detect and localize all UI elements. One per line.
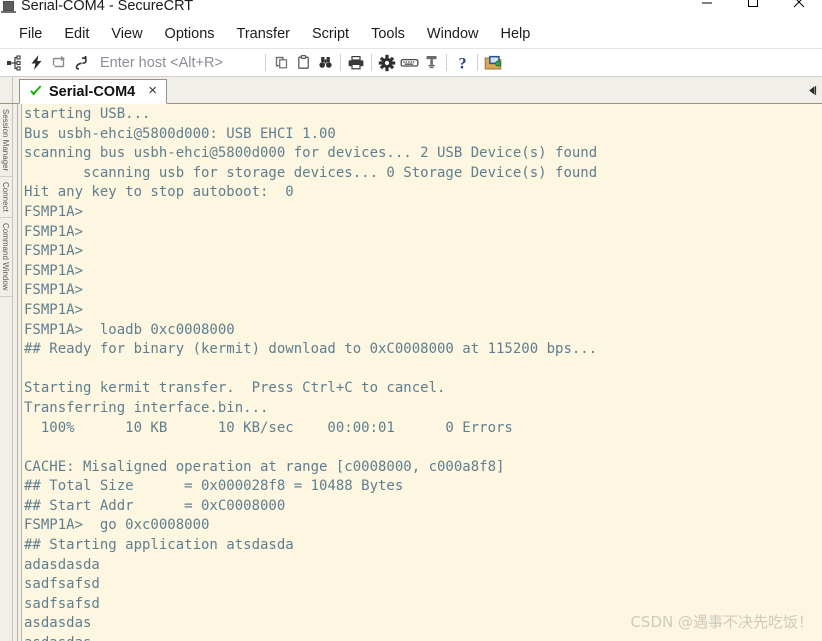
terminal-icon [1, 0, 16, 14]
terminal-line: ## Ready for binary (kermit) download to… [24, 341, 598, 358]
window-title: Serial-COM4 - SecureCRT [21, 0, 194, 14]
gear-icon[interactable] [376, 52, 398, 74]
collapsed-panel-strip: Session Manager Connect Command Window [0, 104, 13, 641]
menu-item-help[interactable]: Help [490, 24, 542, 45]
terminal-line: Transferring interface.bin... [24, 399, 269, 416]
green-check-icon [29, 85, 43, 98]
terminal-line: asdasdas [24, 615, 92, 632]
key-icon[interactable] [420, 52, 442, 74]
terminal-line: FSMP1A> [24, 223, 84, 240]
reconnect-icon[interactable] [47, 52, 69, 74]
terminal-line: FSMP1A> [24, 243, 84, 260]
connect-icon[interactable] [3, 52, 25, 74]
terminal-line: Hit any key to stop autoboot: 0 [24, 184, 303, 201]
terminal-line: ## Starting application atsdasda [24, 537, 294, 554]
menu-item-window[interactable]: Window [416, 24, 490, 45]
terminal-line: FSMP1A> [24, 262, 84, 279]
sidestrip-spacer [0, 297, 12, 641]
paste-icon[interactable] [292, 52, 314, 74]
session-manager-icon[interactable] [482, 52, 504, 74]
terminal-line: sadfsafsd [24, 595, 100, 612]
tab-strip: Serial-COM4 × [0, 77, 822, 104]
help-icon[interactable]: ? [451, 52, 473, 74]
terminal-line: asdasdas [24, 634, 822, 641]
work-area: Session Manager Connect Command Window s… [0, 104, 822, 641]
terminal-line: Starting kermit transfer. Press Ctrl+C t… [24, 380, 446, 397]
menu-item-script[interactable]: Script [301, 24, 360, 45]
terminal-line: scanning bus usbh-ehci@5800d000 for devi… [24, 145, 598, 162]
print-icon[interactable] [345, 52, 367, 74]
menu-item-transfer[interactable]: Transfer [226, 24, 301, 45]
terminal-screen[interactable]: starting USB... Bus usbh-ehci@5800d000: … [22, 104, 822, 641]
title-bar: Serial-COM4 - SecureCRT [0, 0, 822, 21]
sidestrip-tab-session-manager[interactable]: Session Manager [0, 104, 12, 178]
svg-text:?: ? [458, 55, 466, 72]
terminal-line: FSMP1A> [24, 203, 84, 220]
quick-connect-icon[interactable] [25, 52, 47, 74]
window-controls [684, 0, 822, 13]
copy-icon[interactable] [270, 52, 292, 74]
toolbar-separator [340, 54, 341, 71]
find-icon[interactable] [314, 52, 336, 74]
title-bar-left: Serial-COM4 - SecureCRT [0, 0, 193, 17]
tab-label: Serial-COM4 [49, 83, 136, 100]
menu-item-edit[interactable]: Edit [53, 24, 100, 45]
terminal-line: scanning usb for storage devices... 0 St… [24, 164, 598, 181]
disconnect-icon[interactable] [69, 52, 91, 74]
terminal-line: 100% 10 KB 10 KB/sec 00:00:01 0 Errors [24, 419, 513, 436]
menu-item-tools[interactable]: Tools [360, 24, 416, 45]
sidestrip-tab-command-window[interactable]: Command Window [0, 218, 12, 297]
sidestrip-tab-connect[interactable]: Connect [0, 177, 12, 219]
terminal-line: ## Total Size = 0x000028f8 = 10488 Bytes [24, 478, 404, 495]
terminal-line: FSMP1A> [24, 282, 84, 299]
toolbar-separator [265, 54, 266, 71]
close-button[interactable] [776, 0, 822, 13]
keyboard-icon[interactable] [398, 52, 420, 74]
terminal-line: FSMP1A> loadb 0xc0008000 [24, 321, 235, 338]
tab-strip-gutter [0, 77, 13, 103]
terminal-line: CACHE: Misaligned operation at range [c0… [24, 458, 505, 475]
minimize-button[interactable] [684, 0, 730, 13]
close-icon[interactable]: × [146, 83, 159, 100]
toolbar-separator [446, 54, 447, 71]
terminal-line: Bus usbh-ehci@5800d000: USB EHCI 1.00 [24, 125, 336, 142]
terminal-container: starting USB... Bus usbh-ehci@5800d000: … [13, 104, 822, 641]
toolbar: Enter host <Alt+R> ? [0, 49, 822, 77]
menu-item-options[interactable]: Options [154, 24, 226, 45]
terminal-line: sadfsafsd [24, 576, 100, 593]
terminal-line: FSMP1A> [24, 301, 84, 318]
menu-item-view[interactable]: View [100, 24, 153, 45]
toolbar-separator [371, 54, 372, 71]
host-input[interactable]: Enter host <Alt+R> [91, 55, 261, 71]
securecrt-window: Serial-COM4 - SecureCRT File Edit View O… [0, 0, 822, 641]
terminal-line: ## Start Addr = 0xC0008000 [24, 497, 286, 514]
scroll-left-icon[interactable] [802, 77, 822, 103]
toolbar-separator [477, 54, 478, 71]
maximize-button[interactable] [730, 0, 776, 13]
tab-serial-com4[interactable]: Serial-COM4 × [19, 79, 167, 104]
terminal-line: starting USB... [24, 106, 151, 122]
menu-item-file[interactable]: File [8, 24, 53, 45]
terminal-line: adasdasda [24, 556, 100, 573]
terminal-line: FSMP1A> go 0xc0008000 [24, 517, 210, 534]
menu-bar: File Edit View Options Transfer Script T… [0, 21, 822, 49]
